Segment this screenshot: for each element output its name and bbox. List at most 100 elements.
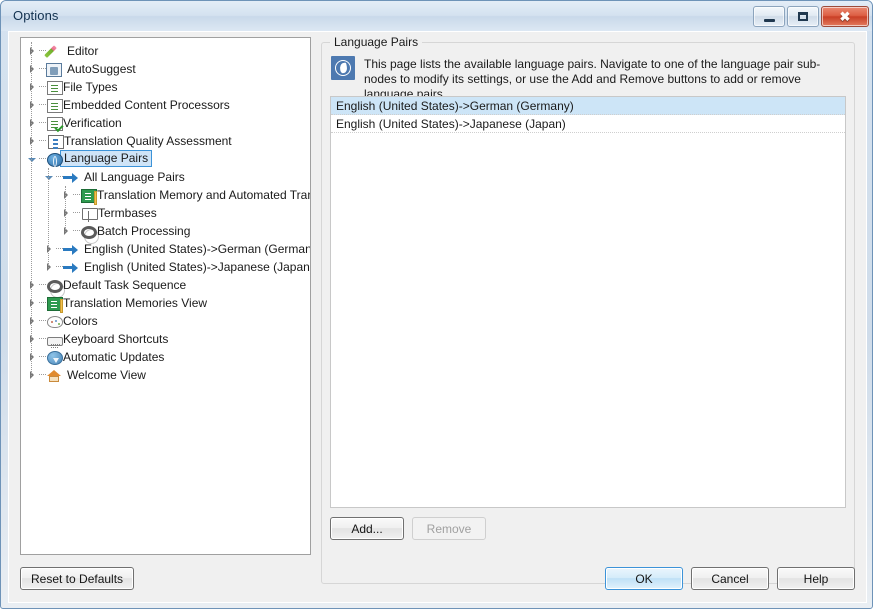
tree-item-label: Termbases bbox=[98, 206, 157, 220]
file-types-icon bbox=[47, 80, 63, 95]
tree-guide-line bbox=[31, 42, 33, 376]
settings-tree[interactable]: Editor AutoSuggest File Types Embedded Cont… bbox=[21, 38, 310, 384]
verification-icon bbox=[47, 116, 63, 131]
remove-button[interactable]: Remove bbox=[412, 517, 486, 540]
tree-item-editor[interactable]: Editor bbox=[21, 42, 310, 60]
language-pair-row[interactable]: English (United States)->Japanese (Japan… bbox=[331, 115, 845, 133]
language-pairs-list[interactable]: English (United States)->German (Germany… bbox=[330, 96, 846, 508]
tree-item-label: Translation Quality Assessment bbox=[64, 134, 232, 148]
tree-item-label: Batch Processing bbox=[97, 224, 191, 238]
globe-icon bbox=[47, 152, 63, 167]
maximize-button[interactable] bbox=[787, 6, 819, 27]
tree-item-english-united-states-german-germany[interactable]: English (United States)->German (Germany… bbox=[21, 240, 310, 258]
tree-item-label: Welcome View bbox=[67, 368, 146, 382]
globe-info-icon bbox=[331, 56, 355, 80]
palette-icon bbox=[47, 316, 63, 328]
tree-item-all-language-pairs[interactable]: All Language Pairs bbox=[21, 168, 310, 186]
minimize-icon bbox=[763, 18, 775, 22]
gear-icon bbox=[81, 225, 97, 239]
tree-item-label: Colors bbox=[63, 314, 98, 328]
maximize-icon bbox=[798, 12, 808, 21]
add-button[interactable]: Add... bbox=[330, 517, 404, 540]
tree-connector bbox=[73, 194, 80, 196]
tree-item-label: Translation Memory and Automated Tran bbox=[97, 188, 311, 202]
tree-connector bbox=[39, 338, 46, 340]
tree-item-translation-memories-view[interactable]: Translation Memories View bbox=[21, 294, 310, 313]
tree-item-label: File Types bbox=[63, 80, 118, 94]
settings-tree-panel[interactable]: Editor AutoSuggest File Types Embedded Cont… bbox=[20, 37, 311, 555]
tree-connector bbox=[56, 176, 63, 178]
tree-connector bbox=[39, 104, 46, 106]
tree-connector bbox=[39, 158, 46, 160]
tree-item-label: Embedded Content Processors bbox=[63, 98, 230, 112]
tree-item-automatic-updates[interactable]: Automatic Updates bbox=[21, 348, 310, 366]
translation-memory-icon bbox=[81, 188, 97, 205]
tree-connector bbox=[73, 230, 80, 232]
tree-item-welcome-view[interactable]: Welcome View bbox=[21, 366, 310, 384]
tree-item-translation-quality-assessment[interactable]: Translation Quality Assessment bbox=[21, 132, 310, 150]
tree-item-label: English (United States)->German (Germany… bbox=[84, 242, 311, 256]
dialog-client-area: Editor AutoSuggest File Types Embedded Cont… bbox=[8, 31, 867, 603]
termbase-icon bbox=[82, 208, 98, 222]
tree-item-file-types[interactable]: File Types bbox=[21, 78, 310, 96]
tree-item-english-united-states-japanese-japan[interactable]: English (United States)->Japanese (Japan… bbox=[21, 258, 310, 276]
language-pair-row[interactable]: English (United States)->German (Germany… bbox=[331, 97, 845, 115]
tree-connector bbox=[73, 212, 80, 214]
pencil-icon bbox=[46, 43, 62, 59]
footer-left: Reset to Defaults bbox=[20, 567, 135, 590]
close-button[interactable]: ✖ bbox=[821, 6, 869, 27]
translation-memory-icon bbox=[47, 296, 63, 313]
groupbox-title: Language Pairs bbox=[330, 35, 423, 49]
cancel-button[interactable]: Cancel bbox=[691, 567, 769, 590]
tree-connector bbox=[56, 248, 63, 250]
minimize-button[interactable] bbox=[753, 6, 785, 27]
quality-assessment-icon bbox=[48, 134, 64, 149]
tree-connector bbox=[39, 122, 46, 124]
reset-to-defaults-button[interactable]: Reset to Defaults bbox=[20, 567, 135, 590]
tree-item-label: Editor bbox=[67, 44, 99, 58]
tree-guide-line bbox=[48, 168, 50, 268]
keyboard-icon bbox=[47, 336, 63, 346]
arrow-right-icon bbox=[63, 259, 79, 275]
tree-guide-line bbox=[65, 186, 67, 232]
embedded-content-icon bbox=[47, 98, 63, 113]
title-bar: Options ✖ bbox=[1, 1, 872, 31]
tree-item-label: English (United States)->Japanese (Japan… bbox=[84, 260, 311, 274]
tree-connector bbox=[39, 320, 46, 322]
options-dialog: Options ✖ Editor AutoSuggest File Types Emb… bbox=[0, 0, 873, 609]
tree-item-label: Translation Memories View bbox=[63, 296, 208, 310]
tree-item-autosuggest[interactable]: AutoSuggest bbox=[21, 60, 310, 78]
tree-connector bbox=[39, 284, 46, 286]
tree-item-label: Automatic Updates bbox=[63, 350, 165, 364]
tree-item-colors[interactable]: Colors bbox=[21, 312, 310, 330]
tree-connector bbox=[39, 140, 46, 142]
close-icon: ✖ bbox=[839, 9, 851, 24]
tree-item-language-pairs[interactable]: Language Pairs bbox=[21, 150, 310, 168]
list-action-buttons: Add... Remove bbox=[330, 517, 486, 540]
tree-item-label: All Language Pairs bbox=[84, 170, 185, 184]
tree-item-label: Language Pairs bbox=[60, 150, 153, 167]
language-pairs-groupbox: Language Pairs This page lists the avail… bbox=[321, 35, 855, 584]
tree-connector bbox=[39, 374, 46, 376]
ok-button[interactable]: OK bbox=[605, 567, 683, 590]
tree-item-label: AutoSuggest bbox=[67, 62, 136, 76]
autosuggest-icon bbox=[46, 62, 62, 77]
footer-right: OK Cancel Help bbox=[605, 567, 855, 590]
tree-item-label: Keyboard Shortcuts bbox=[63, 332, 169, 346]
tree-item-label: Verification bbox=[63, 116, 122, 130]
window-controls: ✖ bbox=[753, 6, 869, 27]
tree-item-default-task-sequence[interactable]: Default Task Sequence bbox=[21, 276, 310, 294]
updates-icon bbox=[47, 350, 63, 365]
tree-connector bbox=[39, 356, 46, 358]
home-icon bbox=[46, 367, 62, 383]
tree-item-label: Default Task Sequence bbox=[63, 278, 187, 292]
tree-item-embedded-content-processors[interactable]: Embedded Content Processors bbox=[21, 96, 310, 114]
tree-item-verification[interactable]: Verification bbox=[21, 114, 310, 132]
tree-connector bbox=[39, 68, 46, 70]
tree-item-keyboard-shortcuts[interactable]: Keyboard Shortcuts bbox=[21, 330, 310, 348]
arrow-right-icon bbox=[63, 169, 79, 185]
tree-connector bbox=[56, 266, 63, 268]
arrow-right-icon bbox=[63, 241, 79, 257]
help-button[interactable]: Help bbox=[777, 567, 855, 590]
window-title: Options bbox=[13, 8, 59, 23]
